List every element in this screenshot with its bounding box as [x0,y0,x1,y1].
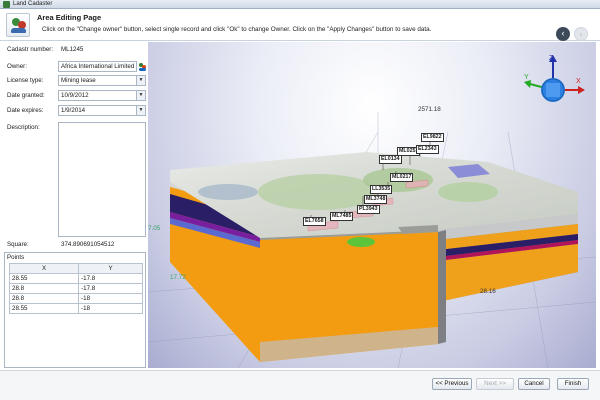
previous-button[interactable]: << Previous [432,378,472,390]
table-row[interactable]: 28.55 -17.8 [8,273,143,284]
cell-x[interactable]: 28.55 [8,273,80,284]
license-type-select[interactable]: Mining lease ▼ [58,75,146,86]
compass-x-label: X [576,78,581,85]
forward-arrow-icon: › [574,27,588,41]
window-title: Land Cadaster [13,1,53,7]
chevron-down-icon[interactable]: ▼ [136,106,145,115]
date-granted-label: Date granted: [7,92,45,99]
points-table: X Y 28.55 -17.8 28.8 -17.8 28.8 -18 28.55 -1… [8,263,143,314]
map-label[interactable]: EL2343 [416,145,439,154]
chevron-down-icon[interactable]: ▼ [136,76,145,85]
date-granted-value: 10/9/2012 [61,92,89,99]
map-label[interactable]: ML0217 [390,173,414,182]
table-row[interactable]: 28.8 -17.8 [8,283,143,294]
coord-label: 2571.18 [418,106,441,113]
date-expires-value: 1/9/2014 [61,107,86,114]
map-label[interactable]: EL7658 [303,217,326,226]
date-granted-picker[interactable]: 10/9/2012 ▼ [58,90,146,101]
window-titlebar: Land Cadaster [0,0,600,9]
description-textarea[interactable] [58,122,146,237]
date-expires-picker[interactable]: 1/9/2014 ▼ [58,105,146,116]
owner-row: Owner: Africa International Limited [4,61,146,72]
cell-y[interactable]: -17.8 [78,283,143,294]
compass-z-label: Z [549,55,554,62]
cadastr-number-field: ML1245 [61,46,84,53]
coord-label: 17.72 [170,274,186,281]
license-type-label: License type: [7,77,44,84]
page-header: Area Editing Page Click on the "Change o… [0,9,600,41]
cell-y[interactable]: -17.8 [78,273,143,284]
chevron-down-icon[interactable]: ▼ [136,91,145,100]
app-icon [3,1,10,8]
owner-label: Owner: [7,63,27,70]
column-header-y[interactable]: Y [78,263,143,274]
table-row[interactable]: 28.8 -18 [8,293,143,304]
column-header-x[interactable]: X [8,263,80,274]
granted-row: Date granted: 10/9/2012 ▼ [4,90,146,101]
cadastr-row: Cadastr number: ML1245 [4,44,146,55]
owner-field: Africa International Limited [58,61,137,72]
page-instructions: Click on the "Change owner" button, sele… [42,26,432,33]
finish-button[interactable]: Finish [557,378,589,390]
square-label: Square: [7,241,29,248]
next-button: Next >> [476,378,514,390]
cell-x[interactable]: 28.55 [8,303,80,314]
cadastr-label: Cadastr number: [7,46,54,53]
points-group: Points X Y 28.55 -17.8 28.8 -17.8 28.8 -18 … [4,252,146,368]
cell-x[interactable]: 28.8 [8,293,80,304]
cell-y[interactable]: -18 [78,293,143,304]
square-row: Square: 374.890691054512 [4,239,146,250]
compass-y-label: Y [524,74,529,81]
map-label[interactable]: PL3943 [357,205,380,214]
cell-x[interactable]: 28.8 [8,283,80,294]
date-expires-label: Date expires: [7,107,44,114]
description-label: Description: [7,124,40,131]
coord-label: 7.05 [148,225,161,232]
cell-y[interactable]: -18 [78,303,143,314]
cancel-button[interactable]: Cancel [518,378,550,390]
orientation-compass-icon[interactable]: Z X Y [518,52,588,122]
users-icon [6,13,30,37]
wizard-footer: << Previous Next >> Cancel Finish [0,370,600,400]
license-row: License type: Mining lease ▼ [4,75,146,86]
map-label[interactable]: ML7485 [330,212,354,221]
coord-label: 28.16 [480,288,496,295]
page-title: Area Editing Page [37,13,102,22]
map-label[interactable]: LL3535 [370,185,393,194]
area-form: Cadastr number: ML1245 Owner: Africa Int… [4,42,146,368]
expires-row: Date expires: 1/9/2014 ▼ [4,105,146,116]
map-label[interactable]: ML3748 [364,195,388,204]
map-label[interactable]: EL9822 [421,133,444,142]
change-owner-icon[interactable] [139,62,147,71]
table-row[interactable]: 28.55 -18 [8,303,143,314]
map-label[interactable]: EL0134 [379,155,402,164]
terrain-3d-viewport[interactable]: EL9822 ML0253 EL2343 EL0134 ML0217 LL353… [148,42,596,368]
points-title: Points [7,254,25,261]
license-type-value: Mining lease [61,77,96,84]
square-field: 374.890691054512 [61,241,115,248]
back-arrow-icon[interactable]: ‹ [556,27,570,41]
